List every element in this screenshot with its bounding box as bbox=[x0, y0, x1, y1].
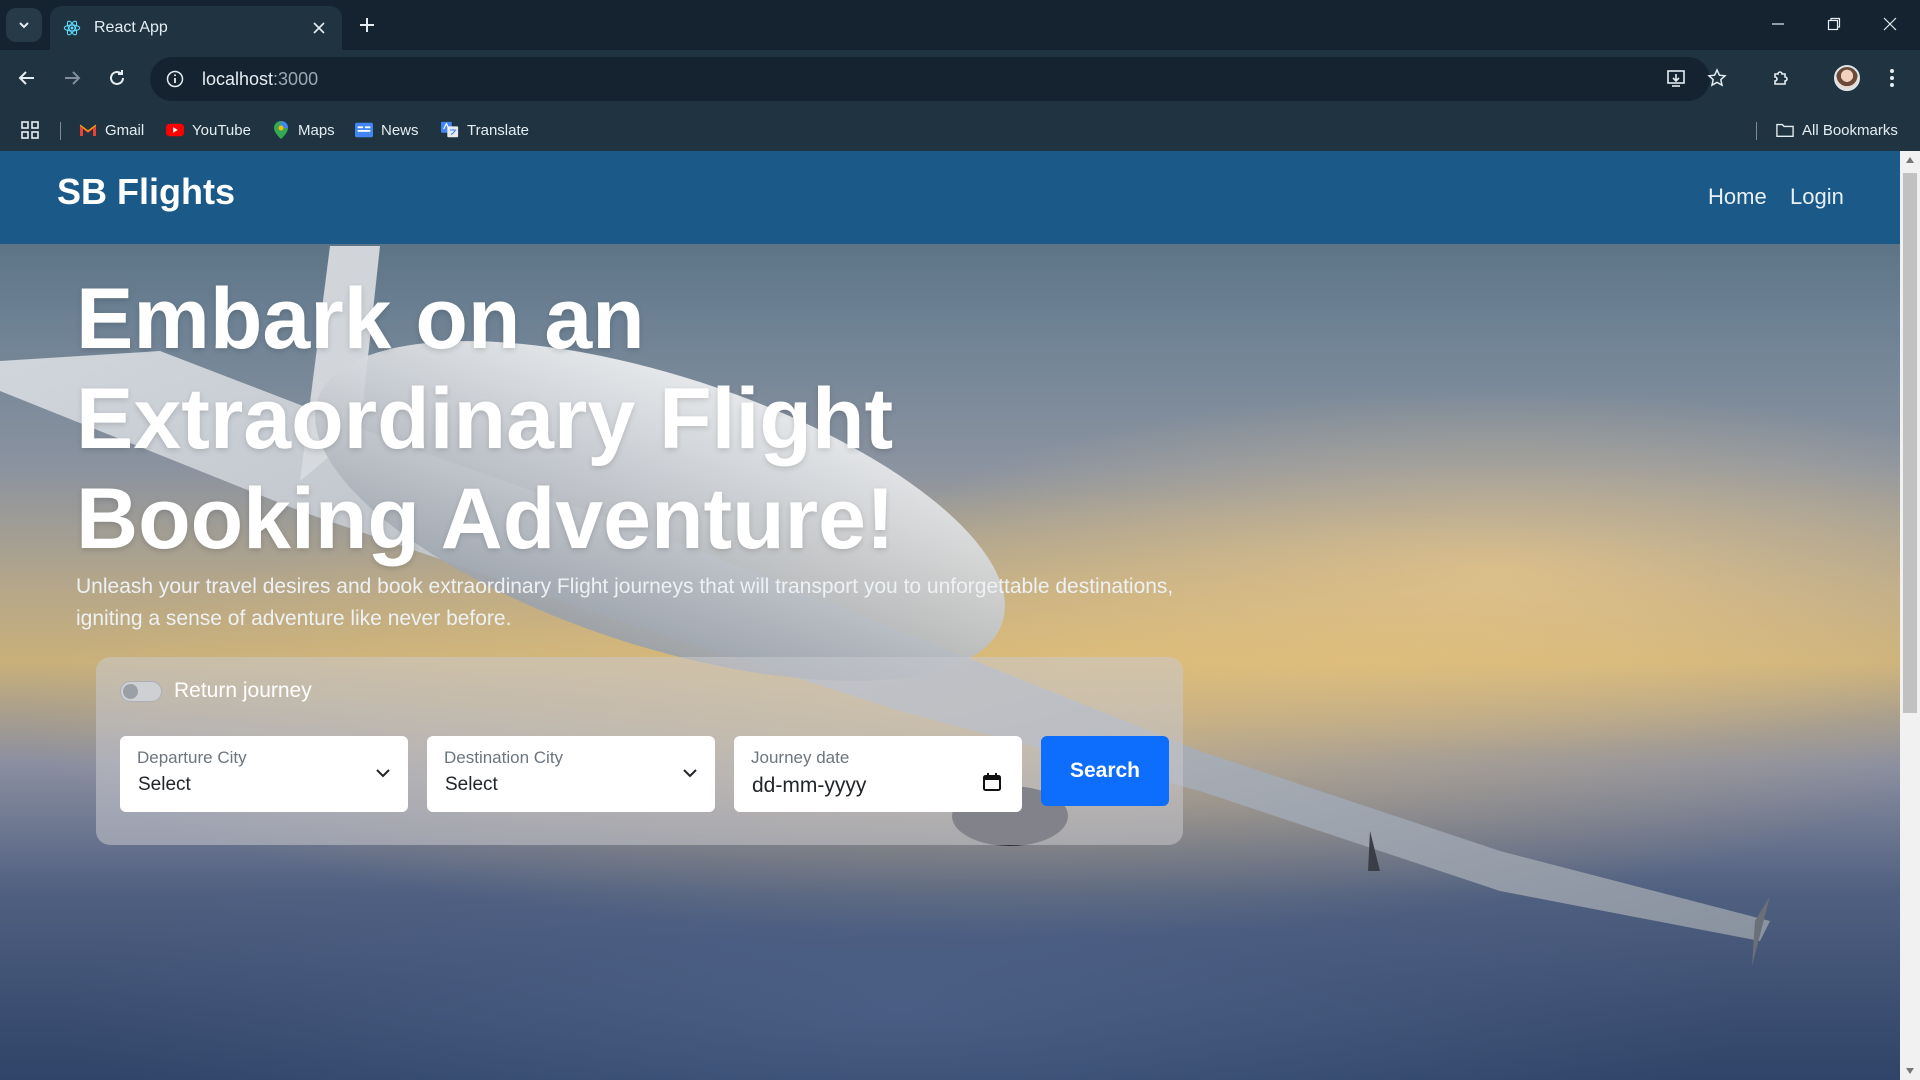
kebab-menu-icon bbox=[1890, 69, 1894, 87]
url-port: :3000 bbox=[273, 68, 319, 89]
bookmarks-divider bbox=[60, 122, 61, 140]
bookmarks-divider bbox=[1756, 122, 1757, 140]
bookmark-news[interactable]: News bbox=[355, 117, 419, 143]
bookmark-translate[interactable]: Translate bbox=[441, 117, 529, 143]
browser-chrome: React App localhost:3000 Gmail YouTube M… bbox=[0, 0, 1920, 151]
url-host: localhost bbox=[202, 68, 274, 89]
apps-grid-icon bbox=[21, 121, 39, 139]
site-info-icon[interactable] bbox=[164, 68, 186, 90]
react-icon bbox=[62, 18, 82, 38]
restore-button[interactable] bbox=[1806, 6, 1862, 42]
scroll-up-arrow[interactable] bbox=[1900, 151, 1920, 169]
bookmark-label: YouTube bbox=[192, 121, 251, 139]
all-bookmarks-label: All Bookmarks bbox=[1802, 121, 1898, 139]
return-journey-toggle[interactable] bbox=[120, 681, 162, 702]
window-close-button[interactable] bbox=[1862, 6, 1918, 42]
flight-search-panel: Return journey Departure City Select Des… bbox=[96, 657, 1183, 845]
bookmark-star-button[interactable] bbox=[1699, 60, 1735, 96]
install-icon bbox=[1667, 70, 1685, 87]
bookmark-label: Gmail bbox=[105, 121, 145, 139]
address-bar[interactable]: localhost:3000 bbox=[150, 57, 1710, 101]
back-button[interactable] bbox=[9, 60, 45, 96]
toggle-knob bbox=[123, 684, 138, 699]
youtube-icon bbox=[166, 121, 184, 139]
caret-up-icon bbox=[1906, 157, 1914, 163]
nav-home[interactable]: Home bbox=[1708, 184, 1767, 210]
news-icon bbox=[355, 121, 373, 139]
destination-city-label: Destination City bbox=[444, 748, 564, 767]
restore-icon bbox=[1827, 17, 1841, 31]
search-button[interactable]: Search bbox=[1041, 736, 1169, 806]
site-navbar: SB Flights Home Login bbox=[0, 151, 1900, 244]
return-journey-label: Return journey bbox=[174, 679, 312, 702]
reload-button[interactable] bbox=[99, 60, 135, 96]
folder-icon bbox=[1776, 121, 1794, 139]
bookmark-gmail[interactable]: Gmail bbox=[79, 117, 144, 143]
avatar bbox=[1834, 65, 1860, 91]
page-scrollbar[interactable] bbox=[1900, 151, 1920, 1080]
tab-search-button[interactable] bbox=[6, 8, 42, 42]
maps-icon bbox=[272, 121, 290, 139]
menu-button[interactable] bbox=[1874, 60, 1910, 96]
apps-button[interactable] bbox=[20, 117, 40, 143]
tab-title: React App bbox=[94, 19, 168, 36]
extensions-button[interactable] bbox=[1763, 60, 1799, 96]
profile-button[interactable] bbox=[1829, 60, 1865, 96]
journey-date-input[interactable]: Journey date dd-mm-yyyy bbox=[734, 736, 1022, 812]
calendar-icon[interactable] bbox=[982, 772, 1002, 792]
departure-city-label: Departure City bbox=[137, 748, 247, 767]
plus-icon bbox=[360, 18, 374, 32]
close-icon bbox=[1883, 17, 1897, 31]
caret-down-icon bbox=[1906, 1068, 1914, 1074]
bookmark-label: Translate bbox=[467, 121, 529, 139]
brand-logo[interactable]: SB Flights bbox=[57, 171, 235, 213]
tab-strip: React App bbox=[0, 0, 1920, 50]
journey-date-value: dd-mm-yyyy bbox=[752, 774, 867, 797]
reload-icon bbox=[110, 70, 124, 85]
chevron-down-icon bbox=[19, 22, 29, 29]
gmail-icon bbox=[79, 121, 97, 139]
browser-toolbar: localhost:3000 bbox=[0, 50, 1920, 108]
new-tab-button[interactable] bbox=[352, 10, 382, 40]
minimize-button[interactable] bbox=[1750, 6, 1806, 42]
scrollbar-thumb[interactable] bbox=[1903, 173, 1917, 713]
scroll-down-arrow[interactable] bbox=[1900, 1062, 1920, 1080]
url-text: localhost:3000 bbox=[202, 69, 318, 90]
minimize-icon bbox=[1772, 23, 1784, 25]
puzzle-icon bbox=[1774, 71, 1788, 85]
all-bookmarks-button[interactable]: All Bookmarks bbox=[1776, 117, 1898, 143]
chevron-down-icon bbox=[376, 769, 390, 778]
bookmark-label: Maps bbox=[298, 121, 335, 139]
destination-city-value: Select bbox=[445, 774, 498, 795]
departure-city-value: Select bbox=[138, 774, 191, 795]
bookmark-maps[interactable]: Maps bbox=[272, 117, 335, 143]
star-icon bbox=[1707, 68, 1727, 87]
destination-city-select[interactable]: Destination City Select bbox=[427, 736, 715, 812]
bookmark-label: News bbox=[381, 121, 419, 139]
tab-react-app[interactable]: React App bbox=[50, 6, 342, 50]
hero-subtitle: Unleash your travel desires and book ext… bbox=[76, 575, 1174, 630]
bookmarks-bar: Gmail YouTube Maps News Translate All Bo… bbox=[0, 108, 1920, 151]
departure-city-select[interactable]: Departure City Select bbox=[120, 736, 408, 812]
forward-button[interactable] bbox=[54, 60, 90, 96]
translate-icon bbox=[441, 121, 459, 139]
close-icon[interactable] bbox=[308, 17, 330, 39]
nav-login[interactable]: Login bbox=[1790, 184, 1844, 210]
install-app-button[interactable] bbox=[1658, 60, 1694, 96]
chevron-down-icon bbox=[683, 769, 697, 778]
arrow-right-icon bbox=[65, 71, 81, 85]
page-viewport: SB Flights Home Login Embark on an Extra… bbox=[0, 151, 1900, 1080]
hero-headline: Embark on an Extraordinary Flight Bookin… bbox=[76, 271, 895, 567]
bookmark-youtube[interactable]: YouTube bbox=[166, 117, 251, 143]
journey-date-label: Journey date bbox=[751, 748, 850, 767]
arrow-left-icon bbox=[18, 71, 34, 85]
